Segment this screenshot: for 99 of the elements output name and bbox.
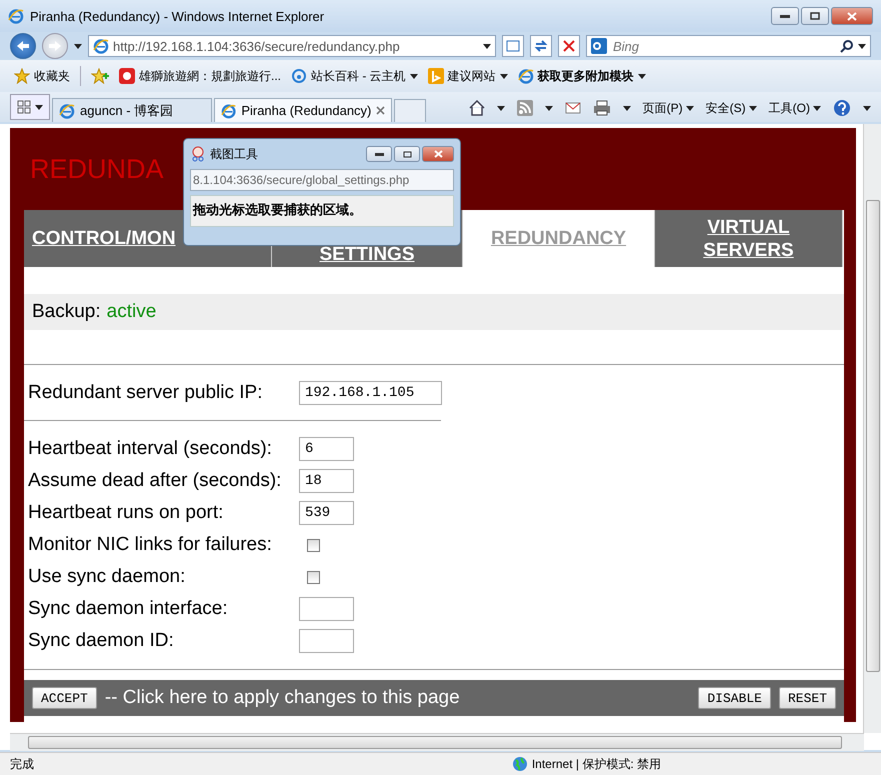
caret-icon	[858, 44, 866, 48]
maximize-button[interactable]	[394, 146, 420, 162]
checkbox[interactable]	[307, 570, 320, 584]
search-field[interactable]: Bing	[586, 35, 871, 57]
input-field[interactable]: 18	[299, 469, 354, 493]
favorites-button[interactable]: 收藏夹	[14, 68, 70, 84]
star-icon	[14, 68, 30, 84]
caret-icon	[686, 106, 694, 110]
compatibility-icon[interactable]	[502, 35, 524, 57]
back-arrow-icon	[16, 40, 30, 52]
grid-icon	[17, 100, 31, 114]
input-field[interactable]: 539	[299, 501, 354, 525]
caret-icon	[74, 44, 82, 48]
backup-label: Backup:	[32, 301, 101, 323]
browser-logo-icon	[8, 8, 24, 24]
minimize-icon	[780, 14, 790, 18]
browser-tab[interactable]: Piranha (Redundancy)	[214, 98, 392, 122]
close-button[interactable]	[422, 146, 454, 162]
window-title: Piranha (Redundancy) - Windows Internet Explorer	[30, 8, 326, 24]
field-label: Assume dead after (seconds):	[28, 470, 282, 492]
backup-status: active	[106, 301, 156, 323]
close-icon	[847, 12, 857, 20]
caret-icon	[863, 106, 871, 110]
maximize-icon	[402, 150, 412, 158]
caret-icon	[410, 74, 418, 78]
caret-icon	[496, 106, 505, 110]
footer-hint: -- Click here to apply changes to this page	[104, 687, 461, 709]
add-favorite-icon[interactable]	[91, 68, 109, 84]
field-label: Redundant server public IP:	[28, 382, 264, 404]
page-heading: REDUNDA	[30, 154, 164, 185]
back-button[interactable]	[10, 33, 36, 59]
address-field[interactable]: http://192.168.1.104:3636/secure/redundancy.php	[88, 35, 496, 57]
favorites-link[interactable]: 雄獅旅遊網：規劃旅遊行...	[119, 68, 282, 84]
print-icon[interactable]	[592, 100, 611, 116]
checkbox[interactable]	[307, 538, 320, 552]
favorites-link[interactable]: 建议网站	[428, 68, 508, 84]
caret-icon	[813, 106, 821, 110]
quick-tabs-button[interactable]	[10, 94, 50, 120]
footer-button[interactable]: DISABLE	[698, 687, 771, 709]
input-field[interactable]	[299, 629, 354, 653]
forward-button[interactable]	[42, 33, 68, 59]
caret-icon	[544, 106, 553, 110]
maximize-icon	[810, 12, 820, 20]
forward-arrow-icon	[48, 40, 62, 52]
footer-button[interactable]: RESET	[778, 687, 836, 709]
favorites-link[interactable]: 获取更多附加模块	[518, 68, 646, 84]
page-icon	[221, 102, 236, 118]
search-icon	[840, 39, 854, 53]
field-label: Sync daemon ID:	[28, 630, 175, 652]
field-label: Sync daemon interface:	[28, 598, 229, 620]
globe-icon	[512, 756, 528, 772]
url-text: http://192.168.1.104:3636/secure/redundancy.php	[113, 38, 401, 54]
stop-icon[interactable]	[558, 35, 580, 57]
snip-window-title: 截图工具	[210, 146, 259, 162]
close-button[interactable]	[831, 7, 873, 25]
field-label: Use sync daemon:	[28, 566, 186, 588]
close-tab-icon[interactable]	[376, 106, 385, 115]
snip-address-text: 8.1.104:3636/secure/global_settings.php	[190, 169, 454, 191]
close-icon	[434, 150, 442, 158]
minimize-button[interactable]	[366, 146, 392, 162]
field-label: Heartbeat interval (seconds):	[28, 438, 273, 460]
snip-instruction: 拖动光标选取要捕获的区域。	[190, 195, 454, 227]
vertical-scrollbar[interactable]	[863, 124, 881, 733]
ip-field[interactable]: 192.168.1.105	[299, 380, 442, 404]
nav-tab[interactable]: VIRTUAL SERVERS	[655, 210, 843, 267]
feed-icon[interactable]	[516, 100, 533, 116]
search-provider-icon	[591, 38, 607, 54]
status-text: 完成	[10, 756, 35, 772]
site-icon	[291, 68, 308, 84]
command-menu[interactable]: 页面(P)	[642, 100, 694, 116]
input-field[interactable]	[299, 597, 354, 621]
page-icon	[93, 38, 109, 54]
site-icon	[428, 68, 444, 84]
browser-tab[interactable]: aguncn - 博客园	[52, 98, 212, 122]
security-zone-text: Internet | 保护模式: 禁用	[532, 756, 661, 772]
input-field[interactable]: 6	[299, 437, 354, 461]
accept-button[interactable]: ACCEPT	[32, 687, 97, 709]
field-label: Monitor NIC links for failures:	[28, 534, 273, 556]
caret-icon	[748, 106, 757, 110]
maximize-button[interactable]	[801, 7, 829, 25]
command-menu[interactable]: 工具(O)	[768, 100, 821, 116]
help-icon[interactable]	[833, 99, 851, 117]
caret-icon	[483, 44, 491, 48]
site-icon	[119, 68, 135, 84]
mail-icon[interactable]	[564, 102, 581, 114]
page-icon	[59, 102, 75, 118]
minimize-button[interactable]	[771, 7, 799, 25]
caret-icon	[622, 106, 631, 110]
field-label: Heartbeat runs on port:	[28, 502, 224, 524]
caret-icon	[500, 74, 508, 78]
page-icon	[518, 68, 534, 84]
caret-icon	[35, 104, 43, 110]
home-icon[interactable]	[468, 100, 485, 116]
minimize-icon	[374, 152, 384, 156]
caret-icon	[638, 74, 646, 78]
favorites-link[interactable]: 站长百科 - 云主机	[291, 68, 418, 84]
command-menu[interactable]: 安全(S)	[706, 100, 757, 116]
horizontal-scrollbar[interactable]	[10, 733, 864, 751]
refresh-icon[interactable]	[530, 35, 552, 57]
